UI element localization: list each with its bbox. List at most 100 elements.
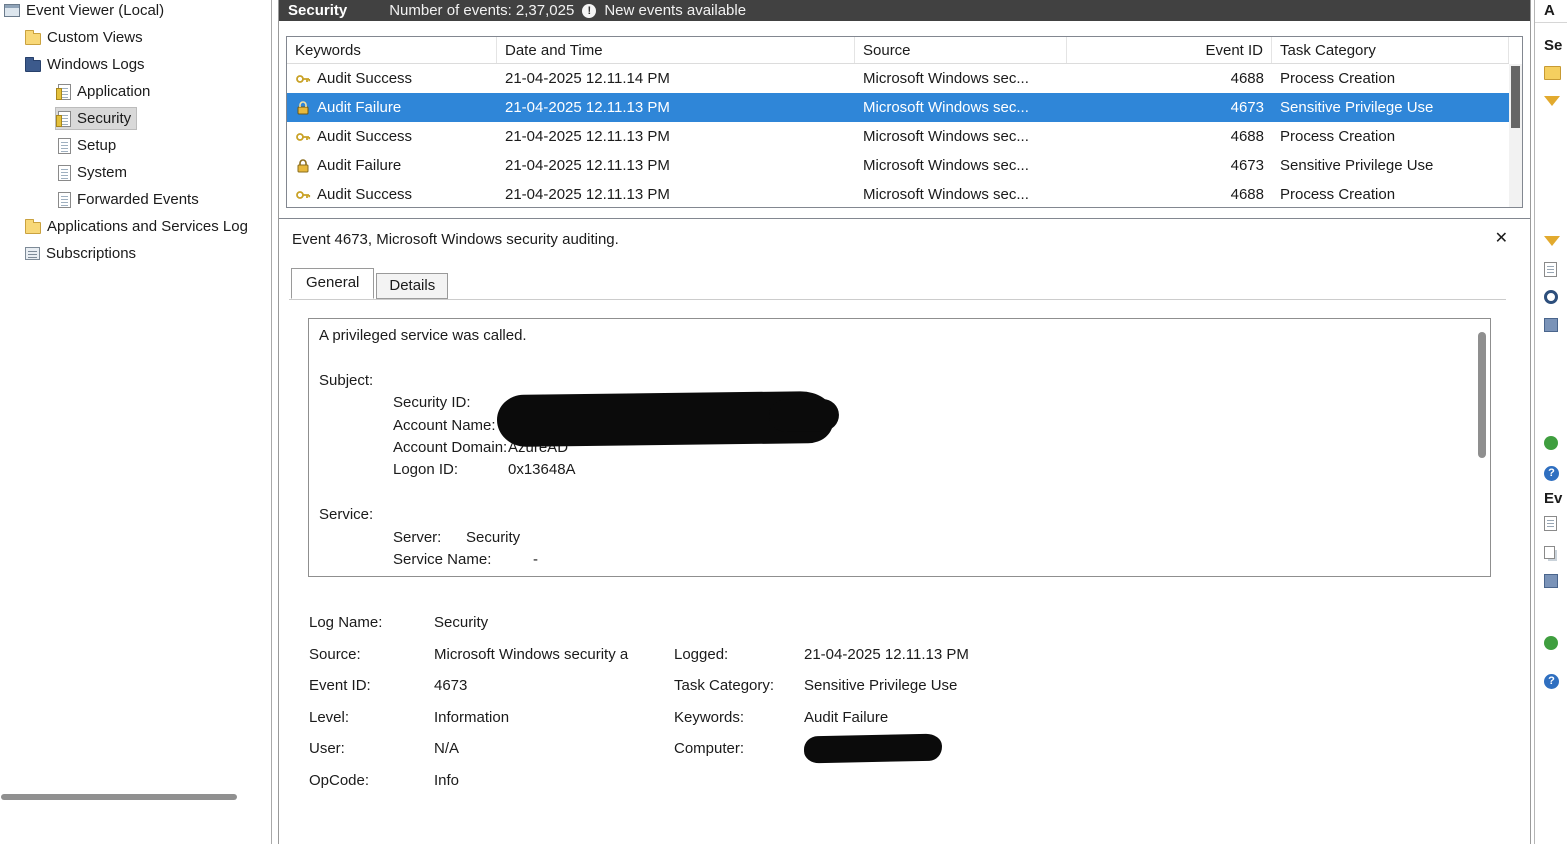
- close-icon[interactable]: ✕: [1495, 228, 1508, 248]
- find-icon[interactable]: [1544, 290, 1558, 304]
- sidebar-item-forwarded-events[interactable]: Forwarded Events: [0, 186, 271, 213]
- open-saved-log-icon[interactable]: [1544, 66, 1561, 80]
- event-row[interactable]: Audit Success 21-04-2025 12.11.13 PM Mic…: [287, 122, 1509, 151]
- cell-keywords: Audit Success: [317, 128, 413, 145]
- sidebar-item-event-viewer-local[interactable]: Event Viewer (Local): [0, 0, 271, 24]
- sidebar-item-security[interactable]: Security: [0, 105, 271, 132]
- sidebar-item-system[interactable]: System: [0, 159, 271, 186]
- event-row[interactable]: Audit Success 21-04-2025 12.11.13 PM Mic…: [287, 180, 1509, 209]
- event-row[interactable]: Audit Success 21-04-2025 12.11.14 PM Mic…: [287, 64, 1509, 93]
- sidebar-item-applications-services-logs[interactable]: Applications and Services Log: [0, 213, 271, 240]
- cell-source: Microsoft Windows sec...: [863, 70, 1029, 87]
- detail-tabs: General Details: [291, 268, 450, 299]
- cell-source: Microsoft Windows sec...: [863, 157, 1029, 174]
- prop-label: Log Name:: [309, 614, 383, 632]
- prop-label: Keywords:: [674, 708, 745, 726]
- sidebar-item-application[interactable]: Application: [0, 78, 271, 105]
- horizontal-scrollbar[interactable]: [1, 794, 237, 800]
- new-events-text: New events available: [604, 2, 747, 19]
- tab-details[interactable]: Details: [376, 273, 449, 299]
- prop-value: Information: [434, 708, 510, 726]
- redacted-value: [496, 390, 834, 448]
- cell-keywords: Audit Failure: [317, 99, 402, 116]
- console-tree-sidebar: Event Viewer (Local) Custom Views Window…: [0, 0, 272, 844]
- sidebar-item-label: Security: [77, 110, 132, 127]
- field-value: Security: [466, 528, 521, 546]
- event-message-intro: A privileged service was called.: [319, 327, 527, 344]
- event-detail-pane: Event 4673, Microsoft Windows security a…: [279, 218, 1530, 844]
- save-selected-events-icon[interactable]: [1544, 574, 1558, 588]
- sidebar-item-label: Windows Logs: [47, 56, 145, 73]
- cell-task-category: Sensitive Privilege Use: [1280, 99, 1434, 116]
- prop-label: Source:: [309, 645, 361, 663]
- column-header-event-id[interactable]: Event ID: [1067, 37, 1272, 63]
- cell-task-category: Process Creation: [1280, 186, 1396, 203]
- event-row[interactable]: Audit Failure 21-04-2025 12.11.13 PM Mic…: [287, 151, 1509, 180]
- sidebar-tree: Event Viewer (Local) Custom Views Window…: [0, 0, 271, 267]
- event-viewer-icon: [4, 4, 20, 17]
- alert-icon: !: [582, 3, 597, 18]
- log-icon: [58, 191, 71, 208]
- lock-icon: [297, 158, 309, 172]
- tab-general[interactable]: General: [291, 268, 375, 299]
- filter-current-log-icon[interactable]: [1544, 236, 1560, 246]
- sidebar-item-windows-logs[interactable]: Windows Logs: [0, 51, 271, 78]
- refresh-event-icon[interactable]: [1544, 636, 1558, 650]
- prop-value: Info: [434, 771, 460, 789]
- folder-icon: [25, 219, 41, 234]
- event-list-scrollbar[interactable]: [1509, 64, 1522, 207]
- event-list-header: Keywords Date and Time Source Event ID T…: [287, 37, 1509, 64]
- create-custom-view-icon[interactable]: [1544, 96, 1560, 106]
- message-scrollbar-thumb[interactable]: [1478, 332, 1486, 458]
- log-header-bar: Security Number of events: 2,37,025 ! Ne…: [279, 0, 1530, 21]
- folder-icon: [25, 30, 41, 45]
- sidebar-item-subscriptions[interactable]: Subscriptions: [0, 240, 271, 267]
- event-row-selected[interactable]: Audit Failure 21-04-2025 12.11.13 PM Mic…: [287, 93, 1509, 122]
- field-label: Service Name:: [393, 550, 492, 568]
- event-properties: Log Name: Security Source: Microsoft Win…: [309, 607, 1460, 796]
- prop-label: Logged:: [674, 645, 729, 663]
- actions-section-event: Ev: [1544, 490, 1563, 507]
- sidebar-item-setup[interactable]: Setup: [0, 132, 271, 159]
- column-header-keywords[interactable]: Keywords: [287, 37, 497, 63]
- copy-icon[interactable]: [1544, 546, 1555, 559]
- log-title: Security: [288, 2, 348, 19]
- sidebar-item-label: Subscriptions: [46, 245, 137, 262]
- service-header: Service:: [319, 506, 374, 524]
- refresh-icon[interactable]: [1544, 436, 1558, 450]
- log-subtitle: Number of events: 2,37,025 ! New events …: [389, 2, 746, 19]
- sidebar-item-custom-views[interactable]: Custom Views: [0, 24, 271, 51]
- key-icon: [296, 190, 311, 199]
- redacted-value: [803, 733, 943, 764]
- scrollbar-thumb[interactable]: [1511, 66, 1520, 128]
- field-label: Account Domain:: [393, 438, 508, 456]
- event-detail-title: Event 4673, Microsoft Windows security a…: [292, 231, 619, 248]
- column-header-source[interactable]: Source: [855, 37, 1067, 63]
- column-header-task-category[interactable]: Task Category: [1272, 37, 1509, 63]
- folder-icon: [25, 57, 41, 72]
- help-event-icon[interactable]: [1544, 674, 1559, 689]
- event-properties-icon[interactable]: [1544, 516, 1557, 531]
- cell-task-category: Process Creation: [1280, 128, 1396, 145]
- cell-date-time: 21-04-2025 12.11.13 PM: [505, 157, 670, 174]
- subject-header: Subject:: [319, 371, 374, 389]
- event-viewer-window: Event Viewer (Local) Custom Views Window…: [0, 0, 1567, 844]
- save-all-events-icon[interactable]: [1544, 318, 1558, 332]
- event-list: Keywords Date and Time Source Event ID T…: [286, 36, 1523, 208]
- field-label: Account Name:: [393, 416, 496, 434]
- cell-source: Microsoft Windows sec...: [863, 186, 1029, 203]
- sidebar-item-label: System: [77, 164, 128, 181]
- divider: [1535, 22, 1567, 23]
- log-icon: [58, 137, 71, 154]
- cell-date-time: 21-04-2025 12.11.13 PM: [505, 128, 670, 145]
- event-message-box: A privileged service was called. Subject…: [308, 318, 1491, 577]
- cell-date-time: 21-04-2025 12.11.13 PM: [505, 186, 670, 203]
- sidebar-item-label: Event Viewer (Local): [26, 2, 165, 19]
- properties-icon[interactable]: [1544, 262, 1557, 277]
- cell-task-category: Sensitive Privilege Use: [1280, 157, 1434, 174]
- help-icon[interactable]: [1544, 466, 1559, 481]
- column-header-date-time[interactable]: Date and Time: [497, 37, 855, 63]
- field-value: 0x13648A: [508, 461, 576, 479]
- prop-label: User:: [309, 740, 345, 758]
- prop-label: Computer:: [674, 740, 745, 758]
